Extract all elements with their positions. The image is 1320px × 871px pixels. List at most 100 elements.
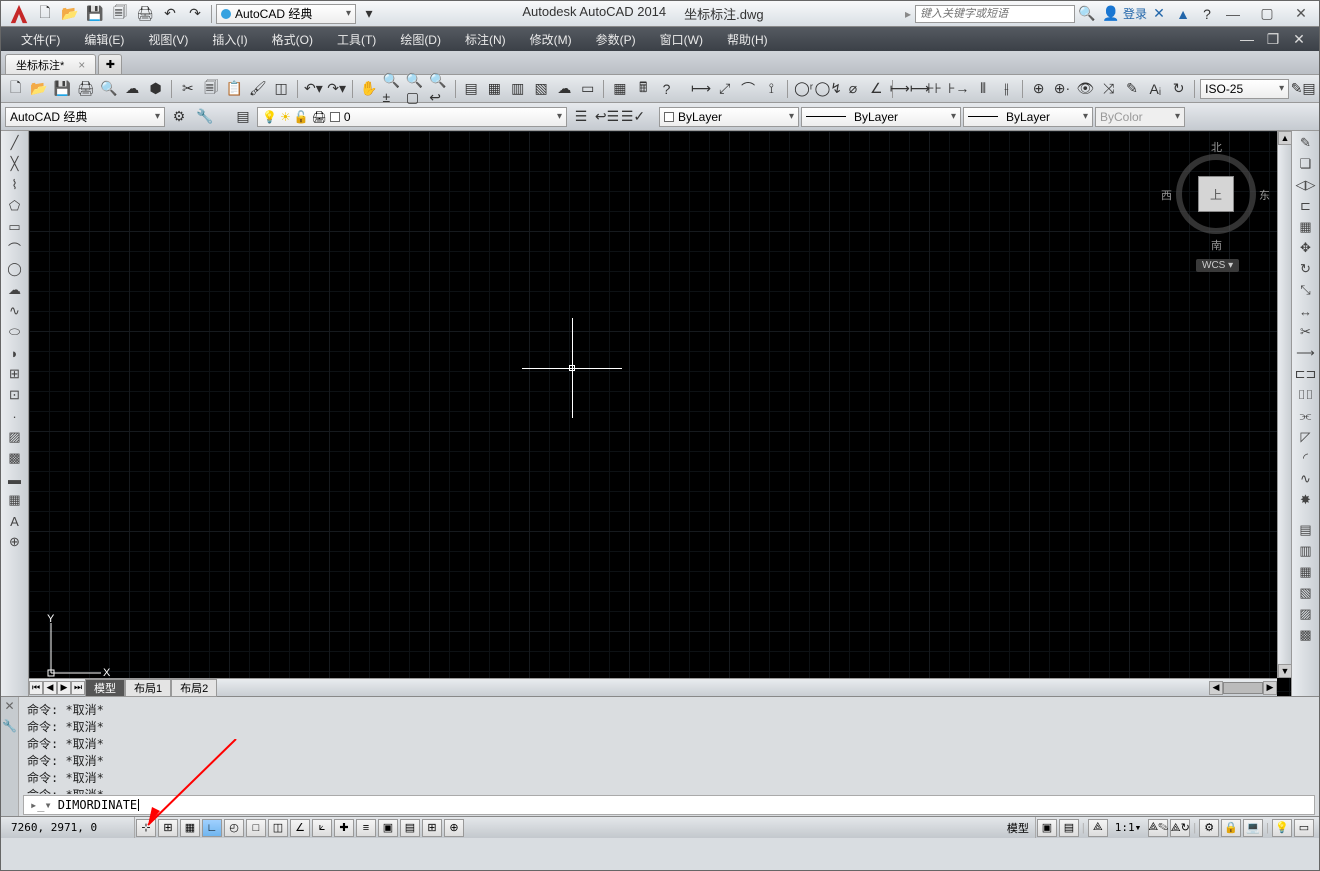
mdi-min-icon[interactable]: — <box>1236 28 1258 50</box>
tab-last-icon[interactable]: ⏭ <box>71 681 85 695</box>
scroll-right-icon[interactable]: ▶ <box>1263 681 1277 695</box>
sc-icon[interactable]: ⊞ <box>422 819 442 837</box>
ortho-icon[interactable]: ∟ <box>202 819 222 837</box>
draworder-icon[interactable]: ▤ <box>1295 520 1317 540</box>
array-icon[interactable]: ▦ <box>1295 217 1317 237</box>
viewcube[interactable]: 上 北 南 东 西 WCS ▾ <box>1161 139 1271 279</box>
draworder3-icon[interactable]: ▦ <box>1295 562 1317 582</box>
linetype-dd[interactable]: ByLayer <box>801 107 961 127</box>
ellipse-arc-icon[interactable]: ◗ <box>4 343 26 363</box>
polar-icon[interactable]: ◴ <box>224 819 244 837</box>
3dosnap-icon[interactable]: ◫ <box>268 819 288 837</box>
trim-icon[interactable]: ✂ <box>1295 322 1317 342</box>
sb-annoscale-icon[interactable]: ⟁ <box>1088 819 1108 837</box>
ws-my-icon[interactable]: 🔧 <box>194 106 216 128</box>
sb-clean-icon[interactable]: ▭ <box>1294 819 1314 837</box>
close-icon[interactable]: ✕ <box>1287 4 1315 24</box>
dim-style-dd[interactable]: ISO-25 <box>1200 79 1289 99</box>
zoom-prev-icon[interactable]: 🔍↩ <box>429 78 448 100</box>
sb-quickview-layouts-icon[interactable]: ▣ <box>1037 819 1057 837</box>
login-label[interactable]: 登录 <box>1123 5 1147 22</box>
blend-icon[interactable]: ∿ <box>1295 469 1317 489</box>
sb-annoauto-icon[interactable]: ⟁↻ <box>1170 819 1190 837</box>
dim-quick-icon[interactable]: ⟼⟼ <box>899 78 921 100</box>
dim-arc-icon[interactable]: ⌒ <box>738 78 757 100</box>
insert-icon[interactable]: ⊞ <box>4 364 26 384</box>
lwt-icon[interactable]: ≡ <box>356 819 376 837</box>
qat-more-icon[interactable]: ▾ <box>358 3 380 25</box>
dim-angular-icon[interactable]: ∠ <box>867 78 886 100</box>
join-icon[interactable]: ⫘ <box>1295 406 1317 426</box>
table-draw-icon[interactable]: ▦ <box>4 490 26 510</box>
new-icon[interactable]: 🗋 <box>34 3 56 25</box>
scroll-down-icon[interactable]: ▼ <box>1278 664 1292 678</box>
move-icon[interactable]: ✥ <box>1295 238 1317 258</box>
menu-文件(F)[interactable]: 文件(F) <box>9 31 72 48</box>
preview-icon[interactable]: 🔍 <box>99 78 118 100</box>
layer-prev-icon[interactable]: ↩☰ <box>596 106 618 128</box>
layer-mgr-icon[interactable]: ▤ <box>232 106 254 128</box>
copy-m-icon[interactable]: ❏ <box>1295 154 1317 174</box>
mdi-restore-icon[interactable]: ❐ <box>1262 28 1284 50</box>
hatch-icon[interactable]: ▨ <box>4 427 26 447</box>
menu-窗口(W)[interactable]: 窗口(W) <box>648 31 715 48</box>
layer-dd[interactable]: 💡 ☀ 🔓 🖨 0 <box>257 107 567 127</box>
chamfer-icon[interactable]: ◸ <box>1295 427 1317 447</box>
tpy-icon[interactable]: ▣ <box>378 819 398 837</box>
sb-quickview-dwg-icon[interactable]: ▤ <box>1059 819 1079 837</box>
menu-插入(I)[interactable]: 插入(I) <box>200 31 259 48</box>
ssm-icon[interactable]: ▧ <box>531 78 550 100</box>
fillet-icon[interactable]: ◜ <box>1295 448 1317 468</box>
tab-prev-icon[interactable]: ◀ <box>43 681 57 695</box>
menu-视图(V)[interactable]: 视图(V) <box>136 31 200 48</box>
save-doc-icon[interactable]: 💾 <box>53 78 72 100</box>
table-icon[interactable]: ▦ <box>610 78 629 100</box>
tp-icon[interactable]: ▥ <box>508 78 527 100</box>
command-line[interactable]: ▸_▾ DIMORDINATE <box>23 795 1315 815</box>
dim-ordinate-icon[interactable]: ⟟ <box>762 78 781 100</box>
sb-ws-icon[interactable]: ⚙ <box>1199 819 1219 837</box>
menu-绘图(D)[interactable]: 绘图(D) <box>388 31 453 48</box>
print-icon[interactable]: 🖨 <box>76 78 95 100</box>
zoom-win-icon[interactable]: 🔍▢ <box>406 78 425 100</box>
zoom-rt-icon[interactable]: 🔍± <box>383 78 402 100</box>
redo-icon[interactable]: ↷ <box>184 3 206 25</box>
tab-first-icon[interactable]: ⏮ <box>29 681 43 695</box>
scrollbar-h[interactable]: ⏮ ◀ ▶ ⏭ 模型 布局1 布局2 ◀ ▶ <box>29 678 1277 696</box>
mtext-icon[interactable]: A <box>4 511 26 531</box>
sb-isolate-icon[interactable]: 💡 <box>1272 819 1292 837</box>
plot-icon[interactable]: 🖨 <box>134 3 156 25</box>
redo2-icon[interactable]: ↷▾ <box>327 78 346 100</box>
addselected-icon[interactable]: ⊕ <box>4 532 26 552</box>
point-icon[interactable]: · <box>4 406 26 426</box>
props-icon[interactable]: ▤ <box>461 78 480 100</box>
scroll-up-icon[interactable]: ▲ <box>1278 131 1292 145</box>
help-icon[interactable]: ? <box>1196 3 1218 25</box>
open-icon[interactable]: 📂 <box>59 3 81 25</box>
calc-icon[interactable]: 🖩 <box>634 78 653 100</box>
ellipse-icon[interactable]: ⬭ <box>4 322 26 342</box>
pan-icon[interactable]: ✋ <box>359 78 378 100</box>
lineweight-dd[interactable]: ByLayer <box>963 107 1093 127</box>
viewcube-top[interactable]: 上 <box>1198 176 1234 212</box>
break-icon[interactable]: ⌷⌷ <box>1295 385 1317 405</box>
dim-update-icon[interactable]: ↻ <box>1169 78 1188 100</box>
stretch-icon[interactable]: ↔ <box>1295 301 1317 321</box>
cut-icon[interactable]: ✂ <box>178 78 197 100</box>
ducs-icon[interactable]: ⟀ <box>312 819 332 837</box>
open-doc-icon[interactable]: 📂 <box>29 78 48 100</box>
ws-settings-icon[interactable]: ⚙ <box>168 106 190 128</box>
draworder6-icon[interactable]: ▩ <box>1295 625 1317 645</box>
sb-annovis-icon[interactable]: ⟁✎ <box>1148 819 1168 837</box>
drawing-canvas[interactable]: X Y 上 北 南 东 西 WCS ▾ ▲ ▼ ⏮ ◀ ▶ ⏭ 模型 布局1 <box>29 131 1291 696</box>
workspace-qat-dd[interactable]: AutoCAD 经典 <box>216 4 356 24</box>
dc-icon[interactable]: ▦ <box>485 78 504 100</box>
draworder4-icon[interactable]: ▧ <box>1295 583 1317 603</box>
scale-icon[interactable]: ⤡ <box>1295 280 1317 300</box>
a360-icon[interactable]: ▲ <box>1172 3 1194 25</box>
tab-model[interactable]: 模型 <box>85 679 125 697</box>
xline-icon[interactable]: ╳ <box>4 154 26 174</box>
jog-line-icon[interactable]: ⤨ <box>1099 78 1118 100</box>
cmd-close-icon[interactable]: ✕ <box>4 699 14 713</box>
dim-break-icon[interactable]: ⫲ <box>997 78 1016 100</box>
